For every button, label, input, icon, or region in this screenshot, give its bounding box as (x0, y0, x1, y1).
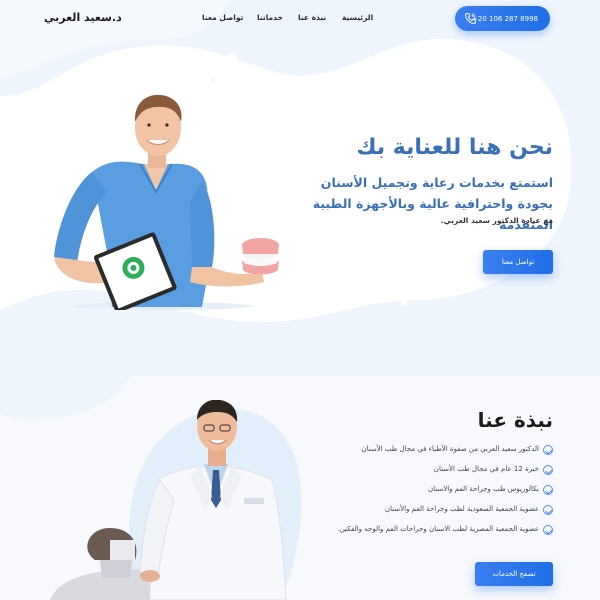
about-item-text: خبرة 12 عام في مجال طب الأسنان (433, 465, 539, 473)
browse-services-button[interactable]: تصفح الخدمات (475, 562, 553, 586)
about-item: عضوية الجمعية السعودية لطب وجراحة الفم و… (333, 504, 553, 515)
nav-services[interactable]: خدماتنا (257, 13, 283, 22)
hero-title: نحن هنا للعناية بك (356, 135, 553, 160)
about-doctor-image (50, 400, 287, 600)
dot-2 (400, 298, 408, 306)
check-circle-icon (543, 485, 553, 495)
about-item: بكالوريوس طب وجراحة الفم والاسنان (333, 484, 553, 495)
about-item-text: عضوية الجمعية السعودية لطب وجراحة الفم و… (384, 505, 539, 513)
about-item: خبرة 12 عام في مجال طب الأسنان (333, 464, 553, 475)
about-item-text: الدكتور سعيد العربي من صفوة الأطباء في م… (361, 445, 539, 453)
about-item-text: بكالوريوس طب وجراحة الفم والاسنان (428, 485, 539, 493)
phone-icon (465, 13, 476, 24)
phone-button[interactable]: +20 106 287 8998 (455, 6, 550, 31)
check-circle-icon (543, 465, 553, 475)
dot-3 (211, 78, 215, 82)
about-item: الدكتور سعيد العربي من صفوة الأطباء في م… (333, 444, 553, 455)
hero-dentist-image (54, 94, 279, 310)
nav-about[interactable]: نبذة عنا (298, 13, 326, 22)
hero-note: مع عيادة الدكتور سعيد العربي. (440, 216, 553, 225)
check-circle-icon (543, 505, 553, 515)
hero-subtitle: استمتع بخدمات رعاية وتجميل الأسنان بجودة… (312, 175, 553, 232)
phone-number: +20 106 287 8998 (472, 14, 538, 23)
contact-button[interactable]: تواصل معنا (483, 250, 553, 274)
about-list: الدكتور سعيد العربي من صفوة الأطباء في م… (333, 444, 553, 544)
nav-contact[interactable]: تواصل معنا (202, 13, 243, 22)
about-item-text: عضوية الجمعية المصرية لطب الاسنان وجراحا… (337, 525, 539, 533)
site-logo[interactable]: د.سعيد العربي (44, 11, 122, 24)
check-circle-icon (543, 525, 553, 535)
about-title: نبذة عنا (477, 408, 553, 432)
about-item: عضوية الجمعية المصرية لطب الاسنان وجراحا… (333, 524, 553, 535)
dot-1 (227, 53, 237, 63)
nav-home[interactable]: الرئيسية (342, 13, 373, 22)
check-circle-icon (543, 445, 553, 455)
page: +20 106 287 8998 الرئيسية نبذة عنا خدمات… (0, 0, 600, 600)
site-header: +20 106 287 8998 الرئيسية نبذة عنا خدمات… (0, 0, 600, 36)
